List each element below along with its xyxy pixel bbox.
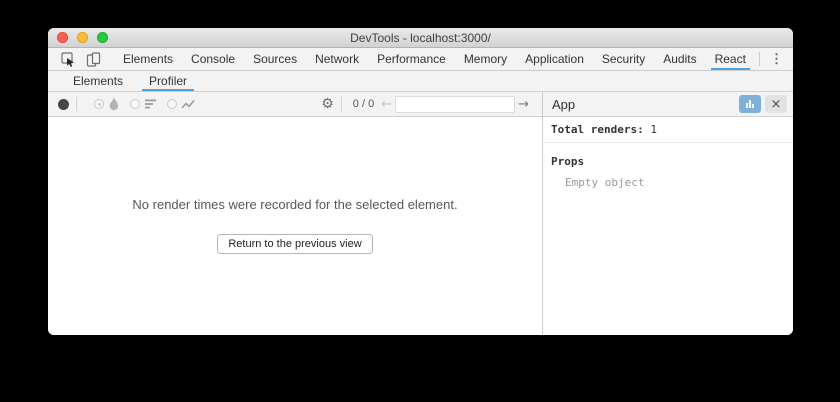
toolbar-separator-2 <box>341 97 342 111</box>
subtab-profiler[interactable]: Profiler <box>136 71 200 91</box>
props-heading: Props <box>543 155 793 168</box>
profiler-toolbar: ⚙ 0 / 0 ← → <box>48 92 542 117</box>
overflow-menu-icon[interactable]: ⋮ <box>764 48 789 70</box>
snapshot-search-input[interactable] <box>395 96 515 113</box>
tab-application[interactable]: Application <box>516 48 593 70</box>
tab-console[interactable]: Console <box>182 48 244 70</box>
tab-react[interactable]: React <box>706 48 755 70</box>
tab-sources[interactable]: Sources <box>244 48 306 70</box>
panel-content: Total renders: 1 Props Empty object <box>543 117 793 335</box>
interactions-chart-icon[interactable] <box>181 99 195 110</box>
subtab-elements[interactable]: Elements <box>60 71 136 91</box>
return-previous-view-button[interactable]: Return to the previous view <box>217 234 372 254</box>
profiler-body: ⚙ 0 / 0 ← → No render times were recorde… <box>48 92 793 335</box>
flamegraph-icon[interactable] <box>108 97 120 111</box>
minimize-window-icon[interactable] <box>77 32 88 43</box>
react-subtab-bar: Elements Profiler <box>48 71 793 92</box>
tab-audits[interactable]: Audits <box>654 48 705 70</box>
devtools-tab-bar: Elements Console Sources Network Perform… <box>48 48 793 71</box>
flamegraph-radio[interactable] <box>94 99 104 109</box>
tab-network[interactable]: Network <box>306 48 368 70</box>
selected-component-name: App <box>552 97 735 112</box>
window-title: DevTools - localhost:3000/ <box>350 31 491 45</box>
profiler-main-pane: ⚙ 0 / 0 ← → No render times were recorde… <box>48 92 542 335</box>
selected-element-panel: App × Total renders: 1 Props Empty objec… <box>542 92 793 335</box>
props-value: Empty object <box>543 176 793 189</box>
close-window-icon[interactable] <box>57 32 68 43</box>
total-renders-row: Total renders: 1 <box>543 117 793 143</box>
profiler-empty-state: No render times were recorded for the se… <box>48 117 542 335</box>
tab-elements[interactable]: Elements <box>114 48 182 70</box>
toolbar-separator <box>76 97 77 111</box>
bar-chart-icon <box>744 98 756 110</box>
traffic-lights <box>57 32 108 43</box>
device-toolbar-icon[interactable] <box>81 48 106 70</box>
menu-divider <box>759 52 760 66</box>
tab-memory[interactable]: Memory <box>455 48 516 70</box>
total-renders-value: 1 <box>650 123 657 136</box>
tab-performance[interactable]: Performance <box>368 48 455 70</box>
close-panel-icon[interactable]: × <box>765 95 787 113</box>
record-icon[interactable] <box>58 99 69 110</box>
render-chart-button[interactable] <box>739 95 761 113</box>
tab-bar-right: ⋮ <box>755 48 793 70</box>
total-renders-label: Total renders: <box>551 123 644 136</box>
empty-state-message: No render times were recorded for the se… <box>132 197 457 212</box>
devtools-window: DevTools - localhost:3000/ Elements Cons… <box>48 28 793 335</box>
next-snapshot-icon[interactable]: → <box>515 98 532 111</box>
inspect-element-icon[interactable] <box>56 48 81 70</box>
snapshot-counter: 0 / 0 <box>353 98 374 110</box>
zoom-window-icon[interactable] <box>97 32 108 43</box>
panel-header: App × <box>543 92 793 117</box>
ranked-chart-icon[interactable] <box>144 98 157 110</box>
title-bar: DevTools - localhost:3000/ <box>48 28 793 48</box>
ranked-radio[interactable] <box>130 99 140 109</box>
settings-gear-icon[interactable]: ⚙ <box>321 97 334 111</box>
previous-snapshot-icon[interactable]: ← <box>378 98 395 111</box>
tab-security[interactable]: Security <box>593 48 654 70</box>
interactions-radio[interactable] <box>167 99 177 109</box>
